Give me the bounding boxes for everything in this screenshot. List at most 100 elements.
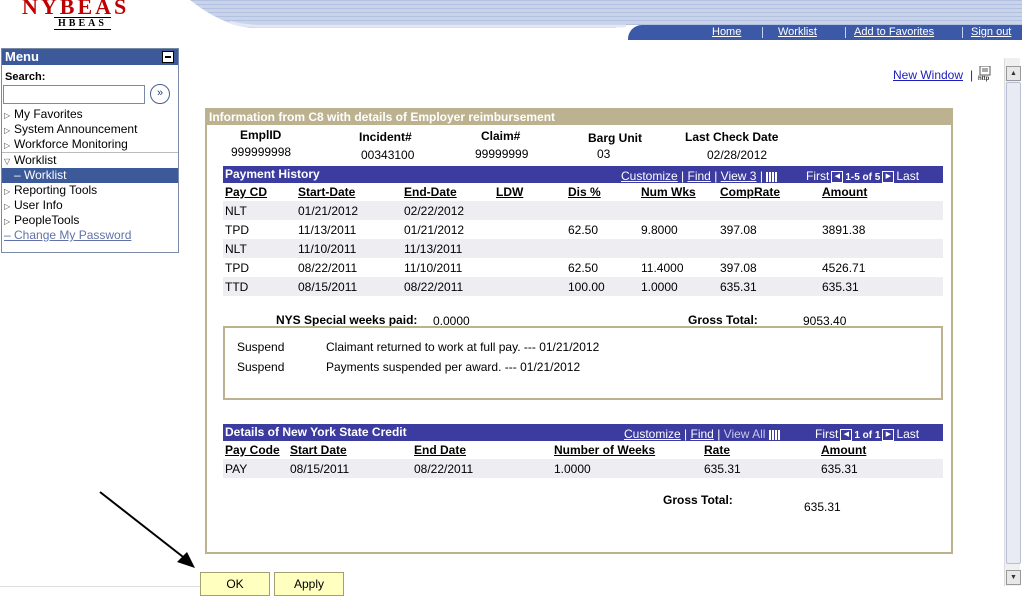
collapsed-triangle-icon: ▷ [4,202,11,211]
cell-start-date: 08/22/2011 [298,261,358,275]
last-check-date-label: Last Check Date [685,130,779,144]
find-link[interactable]: Find [691,427,714,441]
col-pay-code[interactable]: Pay Code [225,443,280,457]
new-window-link[interactable]: New Window [893,68,963,82]
ok-button[interactable]: OK [200,572,270,596]
col-amount[interactable]: Amount [822,185,867,199]
table-row: PAY 08/15/2011 08/22/2011 1.0000 635.31 635.3… [223,459,943,478]
first-label: First [806,169,830,183]
http-icon[interactable]: http [978,65,994,82]
next-arrow-icon[interactable]: ▶ [882,170,895,183]
nys-credit-grid: Details of New York State Credit Customi… [223,424,943,478]
col-start-date[interactable]: Start Date [290,443,347,457]
menu-subitem-worklist[interactable]: – Worklist [2,168,178,183]
barg-unit-value: 03 [597,147,611,161]
apply-button[interactable]: Apply [274,572,344,596]
payment-history-column-headers: Pay CD Start-Date End-Date LDW Dis % Num… [223,183,943,201]
col-comprate[interactable]: CompRate [720,185,780,199]
menu-item-my-favorites[interactable]: ▷ My Favorites [2,107,178,122]
note-text: Payments suspended per award. --- 01/21/… [326,360,581,374]
nys-credit-title: Details of New York State Credit [225,425,407,439]
scroll-down-icon[interactable]: ▼ [1006,570,1021,585]
cell-amount: 635.31 [821,462,858,476]
prev-arrow-icon[interactable]: ◀ [831,170,844,183]
menu-item-label: PeopleTools [14,213,80,227]
row-range: 1-5 of 5 [845,172,881,183]
row-range: 1 of 1 [854,430,881,441]
cell-end-date: 08/22/2011 [404,280,464,294]
col-rate[interactable]: Rate [704,443,730,457]
view-all-label: View All [723,427,766,441]
col-ldw[interactable]: LDW [496,185,523,199]
cell-amount: 3891.38 [822,223,866,237]
menu-item-worklist[interactable]: ▽ Worklist [2,152,178,168]
menu-item-user-info[interactable]: ▷ User Info [2,198,178,213]
note-text: Claimant returned to work at full pay. -… [326,340,600,354]
cell-dis-pct: 62.50 [568,223,599,237]
claim-label: Claim# [481,129,521,143]
menu-item-workforce-monitoring[interactable]: ▷ Workforce Monitoring [2,137,178,152]
first-label: First [815,427,839,441]
cell-dis-pct: 100.00 [568,280,605,294]
nav-divider: | [759,169,763,183]
menu-item-peopletools[interactable]: ▷ PeopleTools [2,213,178,228]
cell-rate: 635.31 [704,462,741,476]
add-to-favorites-link[interactable]: Add to Favorites [854,26,934,38]
col-pay-cd[interactable]: Pay CD [225,185,267,199]
last-check-date-value: 02/28/2012 [707,148,768,162]
sign-out-link[interactable]: Sign out [971,26,1011,38]
next-arrow-icon[interactable]: ▶ [882,428,895,441]
emplid-label: EmplID [240,128,282,142]
grid-download-icon[interactable] [766,171,778,182]
search-go-icon[interactable]: » [150,84,170,104]
cell-end-date: 02/22/2012 [404,204,465,218]
worklist-link[interactable]: Worklist [778,26,817,38]
menu-item-system-announcement[interactable]: ▷ System Announcement [2,122,178,137]
sidebar-menu: Menu Search: » ▷ My Favorites ▷ System Ann… [1,48,179,253]
col-dis-pct[interactable]: Dis % [568,185,601,199]
cell-num-wks: 11.4000 [641,261,684,275]
menu-item-reporting-tools[interactable]: ▷ Reporting Tools [2,183,178,198]
col-end-date[interactable]: End-Date [404,185,457,199]
cell-end-date: 01/21/2012 [404,223,465,237]
cell-end-date: 11/13/2011 [404,242,463,256]
top-navigation-bar: Home Worklist Add to Favorites Sign out [628,25,1022,40]
customize-link[interactable]: Customize [621,169,678,183]
customize-link[interactable]: Customize [624,427,681,441]
col-amount[interactable]: Amount [821,443,866,457]
home-link[interactable]: Home [712,26,741,38]
col-number-of-weeks[interactable]: Number of Weeks [554,443,655,457]
cell-end-date: 11/10/2011 [404,261,463,275]
col-start-date[interactable]: Start-Date [298,185,355,199]
col-num-wks[interactable]: Num Wks [641,185,696,199]
barg-unit-label: Barg Unit [588,131,642,145]
scroll-up-icon[interactable]: ▲ [1006,66,1021,81]
menu-header: Menu [2,49,178,65]
prev-arrow-icon[interactable]: ◀ [840,428,853,441]
incident-label: Incident# [359,130,412,144]
nav-divider: | [714,169,718,183]
menu-item-label: System Announcement [14,122,138,136]
note-type: Suspend [237,340,285,354]
nav-separator [762,27,763,38]
search-input[interactable] [3,85,145,104]
col-end-date[interactable]: End Date [414,443,466,457]
cell-num-wks: 1.0000 [641,280,678,294]
grid-download-icon[interactable] [768,429,780,440]
table-row: NLT 11/10/2011 11/13/2011 [223,239,943,258]
nys-credit-rows: PAY 08/15/2011 08/22/2011 1.0000 635.31 635.3… [223,459,943,478]
view-3-link[interactable]: View 3 [721,169,757,183]
search-label: Search: [5,71,46,83]
vertical-scrollbar[interactable]: ▲ ▼ [1004,58,1021,586]
note-type: Suspend [237,360,285,374]
cell-start-date: 01/21/2012 [298,204,359,218]
minimize-icon[interactable] [162,51,174,63]
collapsed-triangle-icon: ▷ [4,217,11,226]
find-link[interactable]: Find [688,169,711,183]
cell-num-wks: 9.8000 [641,223,678,237]
menu-item-label: Worklist [14,153,57,167]
cell-comprate: 397.08 [720,223,757,237]
scroll-thumb[interactable] [1006,82,1021,564]
change-password-link[interactable]: – Change My Password [2,228,178,243]
credit-gross-total-label: Gross Total: [663,493,733,507]
